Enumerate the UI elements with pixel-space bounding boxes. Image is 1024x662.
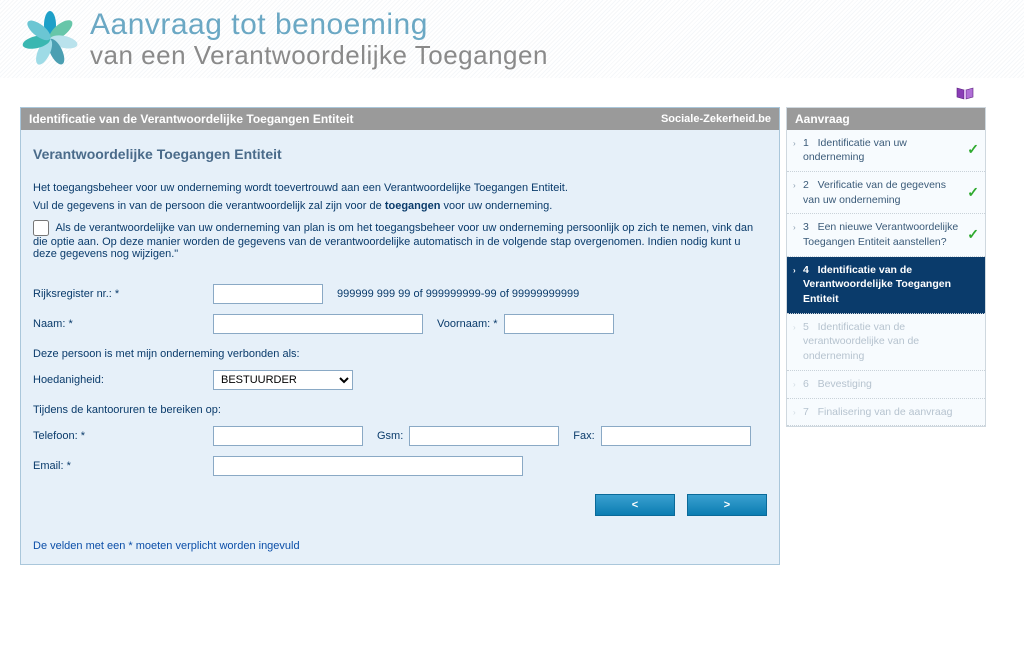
label-rrn: Rijksregister nr.: * bbox=[33, 288, 213, 300]
input-fax[interactable] bbox=[601, 426, 751, 446]
office-hours-text: Tijdens de kantooruren te bereiken op: bbox=[33, 404, 767, 416]
input-telefoon[interactable] bbox=[213, 426, 363, 446]
help-book-icon[interactable] bbox=[956, 86, 974, 100]
wizard-step-label: 6 Bevestiging bbox=[803, 378, 872, 390]
row-phones: Telefoon: * Gsm: Fax: bbox=[33, 426, 767, 446]
label-email: Email: * bbox=[33, 460, 213, 472]
label-hoedanigheid: Hoedanigheid: bbox=[33, 374, 213, 386]
input-rrn[interactable] bbox=[213, 284, 323, 304]
panel-header: Identificatie van de Verantwoordelijke T… bbox=[21, 108, 779, 130]
header-banner: Aanvraag tot benoeming van een Verantwoo… bbox=[0, 0, 1024, 78]
step-bullet-icon: › bbox=[793, 265, 796, 276]
responsible-self-checkbox[interactable] bbox=[33, 220, 49, 236]
responsible-self-checkbox-label: Als de verantwoordelijke van uw ondernem… bbox=[33, 222, 753, 260]
intro-line-2: Vul de gegevens in van de persoon die ve… bbox=[33, 200, 767, 212]
wizard-step-4: › 4 Identificatie van de Verantwoordelijk… bbox=[787, 257, 985, 314]
input-gsm[interactable] bbox=[409, 426, 559, 446]
input-voornaam[interactable] bbox=[504, 314, 614, 334]
checkmark-icon: ✓ bbox=[967, 225, 979, 245]
wizard-step-label: 1 Identificatie van uw onderneming bbox=[803, 137, 907, 164]
wizard-step-5: › 5 Identificatie van de verantwoordelijk… bbox=[787, 314, 985, 371]
main-panel: Identificatie van de Verantwoordelijke T… bbox=[20, 107, 780, 565]
nav-buttons: < > bbox=[33, 494, 767, 516]
label-fax: Fax: bbox=[573, 430, 594, 442]
step-bullet-icon: › bbox=[793, 379, 796, 390]
step-bullet-icon: › bbox=[793, 407, 796, 418]
sidebar-header: Aanvraag bbox=[787, 108, 985, 130]
select-hoedanigheid[interactable]: BESTUURDER bbox=[213, 370, 353, 390]
input-email[interactable] bbox=[213, 456, 523, 476]
responsible-self-checkbox-row: Als de verantwoordelijke van uw ondernem… bbox=[33, 220, 767, 260]
row-rrn: Rijksregister nr.: * 999999 999 99 of 99… bbox=[33, 284, 767, 304]
banner-title-line1: Aanvraag tot benoeming bbox=[90, 8, 548, 41]
input-naam[interactable] bbox=[213, 314, 423, 334]
panel-header-title: Identificatie van de Verantwoordelijke T… bbox=[29, 112, 354, 126]
checkmark-icon: ✓ bbox=[967, 140, 979, 160]
step-bullet-icon: › bbox=[793, 322, 796, 333]
step-bullet-icon: › bbox=[793, 180, 796, 191]
logo-flower-icon bbox=[20, 9, 80, 69]
label-voornaam: Voornaam: * bbox=[437, 318, 498, 330]
wizard-step-6: › 6 Bevestiging bbox=[787, 371, 985, 399]
wizard-step-label: 7 Finalisering van de aanvraag bbox=[803, 406, 952, 418]
label-gsm: Gsm: bbox=[377, 430, 403, 442]
label-telefoon: Telefoon: * bbox=[33, 430, 213, 442]
checkmark-icon: ✓ bbox=[967, 183, 979, 203]
intro-line-1: Het toegangsbeheer voor uw onderneming w… bbox=[33, 182, 767, 194]
sidebar: Aanvraag › 1 Identificatie van uw onderne… bbox=[786, 107, 986, 428]
step-bullet-icon: › bbox=[793, 138, 796, 149]
step-bullet-icon: › bbox=[793, 222, 796, 233]
wizard-step-2[interactable]: › 2 Verificatie van de gegevens van uw on… bbox=[787, 172, 985, 214]
banner-title-line2: van een Verantwoordelijke Toegangen bbox=[90, 41, 548, 70]
label-naam: Naam: * bbox=[33, 318, 213, 330]
required-footnote: De velden met een * moeten verplicht wor… bbox=[33, 540, 767, 552]
wizard-step-label: 3 Een nieuwe Verantwoordelijke Toegangen… bbox=[803, 221, 958, 248]
next-button[interactable]: > bbox=[687, 494, 767, 516]
panel-header-brand: Sociale-Zekerheid.be bbox=[661, 113, 771, 125]
wizard-step-label: 5 Identificatie van de verantwoordelijke… bbox=[803, 321, 919, 362]
hint-rrn: 999999 999 99 of 999999999-99 of 9999999… bbox=[337, 288, 579, 300]
wizard-step-3[interactable]: › 3 Een nieuwe Verantwoordelijke Toegange… bbox=[787, 214, 985, 256]
wizard-step-label: 2 Verificatie van de gegevens van uw ond… bbox=[803, 179, 946, 206]
row-hoedanigheid: Hoedanigheid: BESTUURDER bbox=[33, 370, 767, 390]
wizard-step-7: › 7 Finalisering van de aanvraag bbox=[787, 399, 985, 427]
linked-as-text: Deze persoon is met mijn onderneming ver… bbox=[33, 348, 767, 360]
row-email: Email: * bbox=[33, 456, 767, 476]
row-name: Naam: * Voornaam: * bbox=[33, 314, 767, 334]
prev-button[interactable]: < bbox=[595, 494, 675, 516]
wizard-step-1[interactable]: › 1 Identificatie van uw onderneming ✓ bbox=[787, 130, 985, 172]
panel-subtitle: Verantwoordelijke Toegangen Entiteit bbox=[33, 146, 767, 162]
wizard-step-label: 4 Identificatie van de Verantwoordelijke… bbox=[803, 264, 951, 305]
